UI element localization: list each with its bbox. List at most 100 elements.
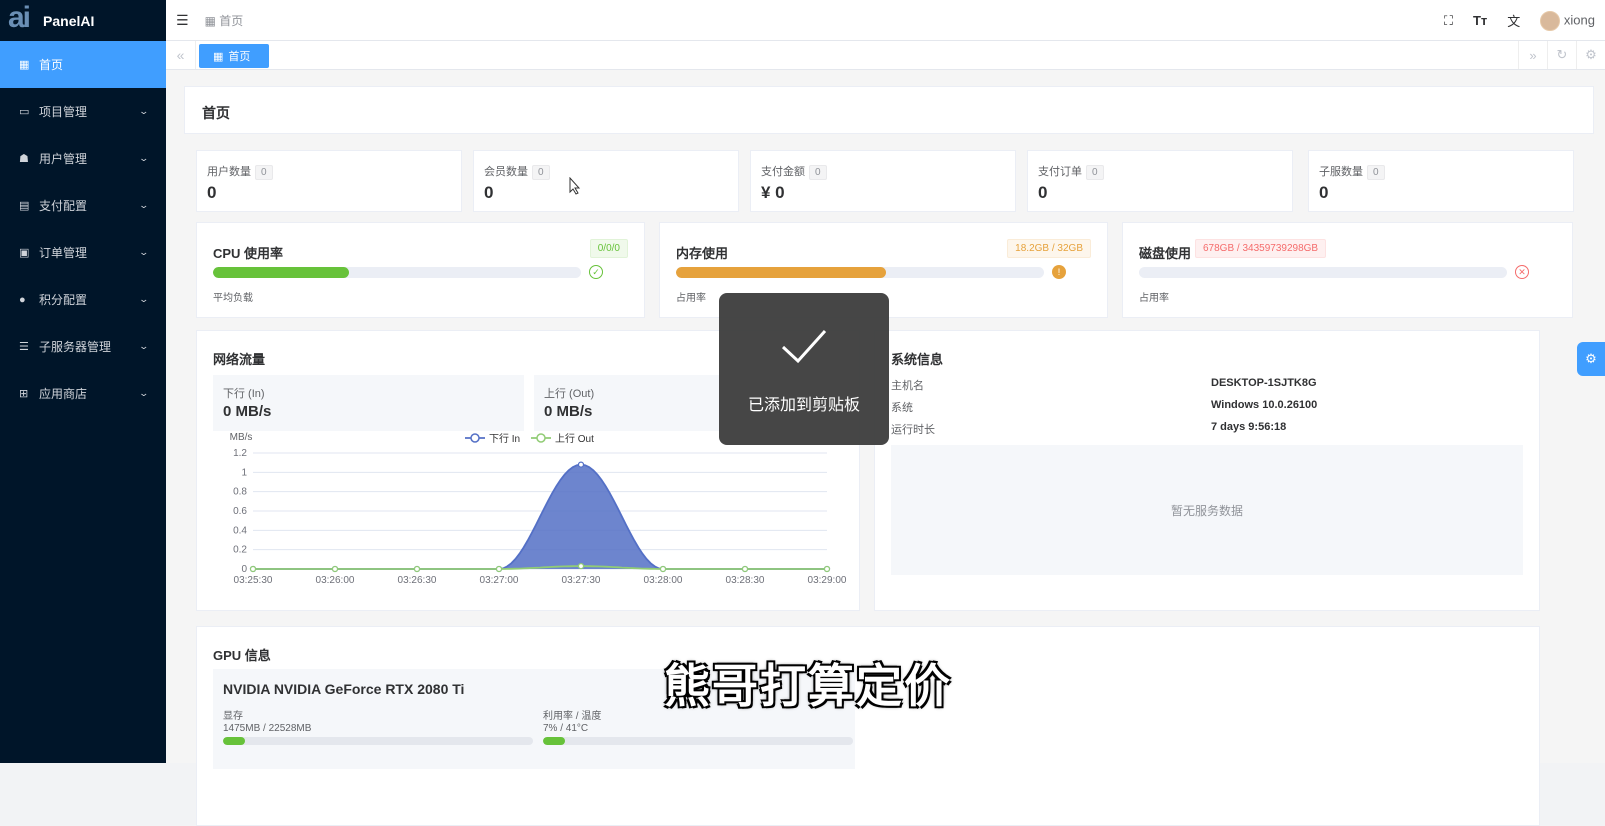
chart-x-tick: 03:27:30 [562,575,601,586]
stat-value: 0 [484,183,494,202]
stat-label-text: 子服数量 [1319,166,1363,178]
warning-icon: ! [1052,265,1066,279]
cpu-card: CPU 使用率 0/0/0 ✓ 平均负载 [196,222,645,318]
memory-title: 内存使用 [676,246,729,261]
breadcrumb-item[interactable]: 首页 [219,14,243,28]
chart-x-tick: 03:26:00 [316,575,355,586]
system-title: 系统信息 [891,352,944,367]
memory-progress [676,267,1044,278]
fullscreen-icon[interactable]: ⛶ [1444,13,1453,29]
stat-label-text: 会员数量 [484,166,528,178]
disk-title: 磁盘使用 [1139,246,1192,261]
stat-label: 支付订单 0 [1038,163,1104,180]
tags-bar: « ▦ 首页 » ↻ ⚙ [166,41,1605,70]
stat-badge: 0 [1367,165,1385,180]
sidebar: ai PanelAI ▦ 首页 ▭ 项目管理 ⌄ ☗ 用户管理 ⌄ ▤ 支付配置 ⌄ ▣ 订单管… [0,0,166,763]
cpu-progress-fill [213,267,350,278]
coin-icon: ● [19,293,26,306]
grid-icon: ▦ [204,13,220,28]
toast-message: 已添加到剪贴板 [747,397,860,414]
stat-label-text: 用户数量 [207,166,251,178]
server-icon: ☰ [19,341,29,353]
sidebar-item-appstore[interactable]: ⊞ 应用商店 ⌄ [0,370,166,417]
chevron-down-icon: ⌄ [138,153,150,163]
legend-marker [470,433,480,443]
stat-label: 会员数量 0 [484,163,550,180]
sidebar-item-users[interactable]: ☗ 用户管理 ⌄ [0,135,166,182]
gpu-util-fill [543,737,565,745]
uptime-value: 7 days 9:56:18 [1211,421,1287,433]
disk-subtitle: 占用率 [1139,293,1169,304]
sidebar-item-home[interactable]: ▦ 首页 [0,41,166,88]
chart-x-tick: 03:27:00 [480,575,519,586]
stat-card-subservers: 子服数量 0 0 [1308,150,1574,212]
chevron-down-icon: ⌄ [138,341,150,351]
sidebar-item-projects[interactable]: ▭ 项目管理 ⌄ [0,88,166,135]
network-out-label: 上行 (Out) [544,388,595,400]
stat-badge: 0 [809,165,827,180]
hostname-label: 主机名 [891,380,924,392]
folder-icon: ▭ [19,106,30,118]
user-menu[interactable]: xiong [1540,10,1595,31]
chart-y-unit: MB/s [230,432,253,443]
stat-label-text: 支付订单 [1038,166,1082,178]
cpu-badge: 0/0/0 [589,239,628,258]
tab-home[interactable]: ▦ 首页 [199,44,269,68]
chart-y-tick: 0.8 [233,487,247,498]
sidebar-item-payment[interactable]: ▤ 支付配置 ⌄ [0,182,166,229]
disk-badge: 678GB / 34359739298GB [1195,239,1327,258]
top-bar: ☰ ▦ 首页 ⛶ Tт 文 xiong [166,0,1605,41]
sidebar-item-label: 首页 [39,58,64,72]
scroll-right-icon[interactable]: » [1518,41,1547,69]
video-subtitle: 熊哥打算定价 [664,660,952,712]
chart-y-tick: 0.2 [233,545,247,556]
gpu-memory-label: 显存 [223,711,243,722]
os-label: 系统 [891,402,913,414]
chart-x-tick: 03:28:30 [726,575,765,586]
sidebar-item-label: 支付配置 [39,199,88,213]
check-circle-icon: ✓ [589,265,603,279]
chart-y-tick: 1.2 [233,448,247,459]
stat-label: 子服数量 0 [1319,163,1385,180]
chart-point [577,461,585,468]
scroll-left-icon[interactable]: « [166,41,196,69]
gpu-memory-value: 1475MB / 22528MB [223,723,312,734]
stat-value: 0 [1038,183,1048,202]
network-out-value: 0 MB/s [544,403,593,420]
chart-point [823,565,831,573]
stat-value: ¥ 0 [761,183,785,202]
logo[interactable]: ai PanelAI [0,0,166,41]
refresh-icon[interactable]: ↻ [1547,41,1576,69]
memory-badge: 18.2GB / 32GB [1007,239,1091,258]
chevron-down-icon: ⌄ [138,106,150,116]
stat-card-payment-orders: 支付订单 0 0 [1027,150,1293,212]
cpu-progress [213,267,581,278]
breadcrumb: ▦ 首页 [205,12,244,29]
stat-badge: 0 [532,165,550,180]
stat-label-text: 支付金额 [761,166,805,178]
gpu-name: NVIDIA NVIDIA GeForce RTX 2080 Ti [223,681,465,697]
chevron-down-icon: ⌄ [138,200,150,210]
settings-fab[interactable]: ⚙ [1577,342,1605,376]
gpu-title: GPU 信息 [213,648,271,663]
stat-value: 0 [207,183,217,202]
chart-y-tick: 1 [241,467,247,478]
sidebar-item-label: 订单管理 [39,246,88,260]
gear-icon[interactable]: ⚙ [1576,41,1605,69]
sidebar-item-points[interactable]: ● 积分配置 ⌄ [0,276,166,323]
chart-point [495,565,503,573]
memory-progress-fill [676,267,886,278]
empty-service-data: 暂无服务数据 [891,445,1523,575]
cpu-title: CPU 使用率 [213,246,284,261]
chevron-down-icon: ⌄ [138,388,150,398]
memory-subtitle: 占用率 [676,293,706,304]
font-size-icon[interactable]: Tт [1473,13,1487,28]
grid-icon: ▦ [19,59,30,71]
stat-value: 0 [1319,183,1329,202]
sidebar-item-subservers[interactable]: ☰ 子服务器管理 ⌄ [0,323,166,370]
translate-icon[interactable]: 文 [1507,11,1520,30]
collapse-menu-icon[interactable]: ☰ [176,12,189,29]
chevron-down-icon: ⌄ [138,294,150,304]
chart-point [659,565,667,573]
sidebar-item-orders[interactable]: ▣ 订单管理 ⌄ [0,229,166,276]
